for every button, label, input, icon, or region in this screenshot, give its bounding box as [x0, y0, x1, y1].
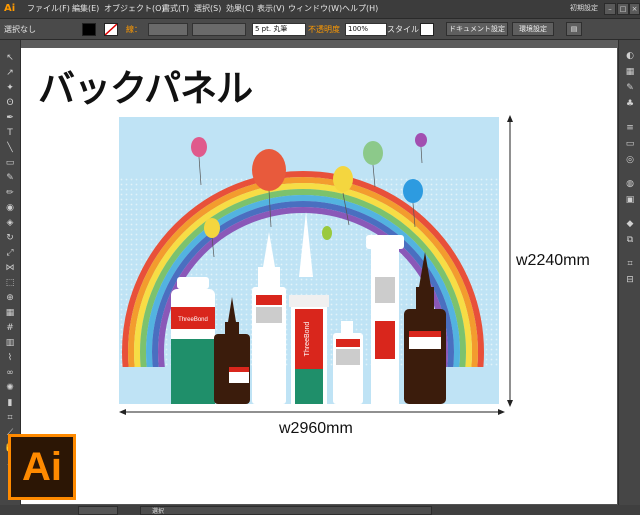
maximize-icon[interactable]: □ [617, 3, 629, 15]
type-tool-icon[interactable]: T [4, 127, 16, 139]
gradient-icon[interactable]: ▥ [4, 337, 16, 349]
bottle-brown-tall [404, 309, 446, 404]
graphic-styles-panel-icon[interactable]: ▣ [624, 194, 636, 206]
document-setup-button[interactable]: ドキュメント設定 [446, 22, 508, 36]
shape-builder-icon[interactable]: ⊕ [4, 292, 16, 304]
free-transform-icon[interactable]: ⬚ [4, 277, 16, 289]
preferences-button[interactable]: 環境設定 [512, 22, 554, 36]
menu-effect[interactable]: 効果(C) [226, 3, 254, 14]
width-label: w2960mm [279, 420, 353, 437]
stroke-panel-icon[interactable]: ≡ [624, 122, 636, 134]
perspective-grid-icon[interactable]: ▦ [4, 307, 16, 319]
symbols-panel-icon[interactable]: ♣ [624, 98, 636, 110]
align-panel-icon[interactable]: ⊟ [624, 274, 636, 286]
selection-status: 選択なし [4, 25, 36, 34]
arrange-docs-icon[interactable]: ▤ [566, 22, 582, 36]
balloon-red [252, 149, 286, 191]
panel-dock: ◐ ▦ ✎ ♣ ≡ ▭ ◎ ◍ ▣ ◆ ⧉ ⌗ ⊟ [618, 40, 640, 505]
bottle-brand-label: ThreeBond [178, 317, 208, 323]
symbol-sprayer-icon[interactable]: ✺ [4, 382, 16, 394]
artboards-panel-icon[interactable]: ⧉ [624, 234, 636, 246]
artboard-tool-icon[interactable]: ⌗ [4, 412, 16, 424]
page-title: バックパネル [38, 66, 253, 110]
width-tool-icon[interactable]: ⋈ [4, 262, 16, 274]
balloon-yellow [333, 166, 353, 192]
gradient-panel-icon[interactable]: ▭ [624, 138, 636, 150]
direct-selection-tool-icon[interactable]: ↗ [4, 67, 16, 79]
blend-icon[interactable]: ∞ [4, 367, 16, 379]
status-mode: 選択 [152, 508, 165, 515]
eyedropper-icon[interactable]: ⌇ [4, 352, 16, 364]
balloon-yellow-small [204, 218, 220, 238]
opacity-field[interactable]: 100% [345, 23, 387, 36]
lasso-icon[interactable]: ʘ [4, 97, 16, 109]
workspace-switcher[interactable]: 初期設定 [570, 3, 598, 13]
magic-wand-icon[interactable]: ✦ [4, 82, 16, 94]
menu-type[interactable]: 書式(T) [162, 3, 189, 14]
bottle-brand-vertical: ThreeBond [304, 322, 311, 357]
zoom-field[interactable] [78, 506, 118, 515]
blob-brush-icon[interactable]: ◉ [4, 202, 16, 214]
status-info-field[interactable] [140, 506, 432, 515]
fill-swatch[interactable] [82, 23, 96, 36]
menu-help[interactable]: ヘルプ(H) [342, 3, 378, 14]
pencil-icon[interactable]: ✏ [4, 187, 16, 199]
close-icon[interactable]: × [629, 3, 640, 15]
opacity-label: 不透明度 [308, 25, 340, 34]
no-stroke-icon [104, 23, 118, 36]
appearance-panel-icon[interactable]: ◍ [624, 178, 636, 190]
balloon-purple [415, 133, 427, 147]
layers-panel-icon[interactable]: ◆ [624, 218, 636, 230]
stroke-label: 線： [126, 25, 142, 34]
menu-select[interactable]: 選択(S) [194, 3, 221, 14]
stroke-weight-field[interactable] [148, 23, 188, 36]
graphic-style-swatch[interactable] [420, 23, 434, 36]
line-tool-icon[interactable]: ╲ [4, 142, 16, 154]
pen-tool-icon[interactable]: ✒ [4, 112, 16, 124]
stroke-swatch[interactable] [104, 23, 118, 36]
transform-panel-icon[interactable]: ⌗ [624, 258, 636, 270]
minimize-icon[interactable]: – [604, 3, 616, 15]
mesh-icon[interactable]: # [4, 322, 16, 334]
paintbrush-icon[interactable]: ✎ [4, 172, 16, 184]
back-panel-artwork[interactable]: ThreeBond ThreeBond [119, 117, 499, 404]
status-bar: 選択 [0, 505, 640, 515]
menu-file[interactable]: ファイル(F) [27, 3, 70, 14]
color-panel-icon[interactable]: ◐ [624, 50, 636, 62]
swatches-panel-icon[interactable]: ▦ [624, 66, 636, 78]
balloon-lime [322, 226, 332, 240]
eraser-icon[interactable]: ◈ [4, 217, 16, 229]
menu-view[interactable]: 表示(V) [257, 3, 285, 14]
width-dimension-line [119, 409, 505, 415]
height-label: w2240mm [516, 252, 590, 269]
selection-tool-icon[interactable]: ↖ [4, 52, 16, 64]
brushes-panel-icon[interactable]: ✎ [624, 82, 636, 94]
balloon-green [363, 141, 383, 165]
height-dimension-line [507, 115, 513, 407]
balloon-blue [403, 179, 423, 203]
illustrator-logo-icon: Ai [8, 434, 76, 500]
app-logo-icon: Ai [4, 3, 16, 14]
transparency-panel-icon[interactable]: ◎ [624, 154, 636, 166]
scale-icon[interactable]: ⤢ [4, 247, 16, 259]
graph-tool-icon[interactable]: ▮ [4, 397, 16, 409]
control-bar: 選択なし 線： 5 pt. 丸筆 不透明度 100% スタイル： ドキュメント設… [0, 19, 640, 40]
menu-edit[interactable]: 編集(E) [72, 3, 99, 14]
brush-field[interactable]: 5 pt. 丸筆 [252, 23, 306, 36]
rotate-icon[interactable]: ↻ [4, 232, 16, 244]
rectangle-tool-icon[interactable]: ▭ [4, 157, 16, 169]
document-tab-bar[interactable] [20, 40, 618, 48]
variable-width-field[interactable] [192, 23, 246, 36]
balloon-pink [191, 137, 207, 157]
menu-object[interactable]: オブジェクト(O) [104, 3, 165, 14]
menu-window[interactable]: ウィンドウ(W) [288, 3, 342, 14]
menu-bar: Ai ファイル(F) 編集(E) オブジェクト(O) 書式(T) 選択(S) 効… [0, 0, 640, 19]
